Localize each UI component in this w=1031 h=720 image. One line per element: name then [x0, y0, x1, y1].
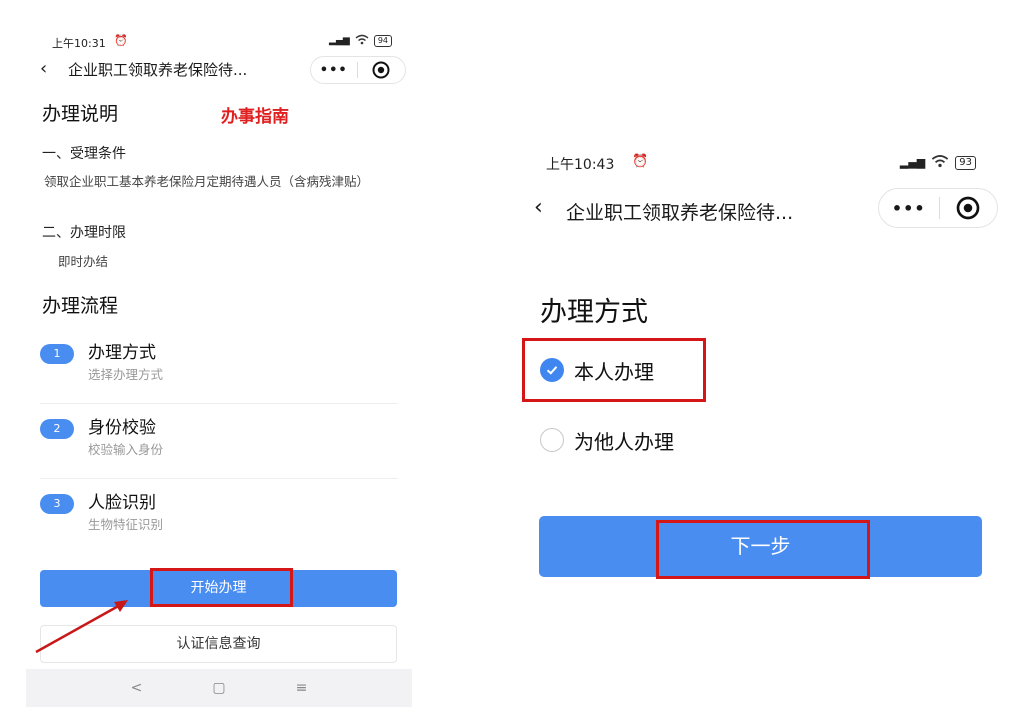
more-dots-icon[interactable]: •••	[311, 63, 357, 78]
right-phone-screen: 上午10:43 ⏰ ▂▄▆ 93 ‹ 企业职工领取养老保险待... ••• 办理…	[520, 140, 1010, 600]
next-button[interactable]: 下一步	[539, 516, 982, 577]
status-bar: 上午10:43 ⏰ ▂▄▆ 93	[546, 154, 976, 176]
option-label: 本人办理	[574, 359, 654, 384]
time-limit-text: 即时办结	[58, 254, 109, 269]
option-others[interactable]: 为他人办理	[540, 422, 674, 458]
status-right: ▂▄▆ 94	[329, 34, 392, 48]
page-title: 企业职工领取养老保险待...	[68, 61, 248, 79]
step-desc: 生物特征识别	[88, 517, 164, 532]
battery-icon: 93	[955, 155, 976, 170]
divider	[40, 478, 398, 479]
miniapp-capsule: •••	[310, 56, 406, 84]
step-title: 人脸识别	[88, 493, 156, 513]
step-title: 办理方式	[88, 343, 156, 363]
status-time: 上午10:43	[546, 157, 615, 173]
annotation-arrow	[35, 600, 128, 654]
option-label: 为他人办理	[574, 429, 674, 454]
step-title: 身份校验	[88, 418, 156, 438]
close-target-icon[interactable]	[939, 196, 997, 220]
more-dots-icon[interactable]: •••	[879, 199, 939, 218]
step-desc: 选择办理方式	[88, 367, 164, 382]
alarm-clock-icon: ⏰	[632, 154, 649, 169]
back-arrow-icon[interactable]: ‹	[534, 195, 543, 220]
status-bar: 上午10:31 ⏰ ▂▄▆ 94	[52, 34, 392, 52]
step-number: 3	[40, 494, 74, 514]
status-right: ▂▄▆ 93	[900, 154, 976, 171]
step-number: 1	[40, 344, 74, 364]
wifi-icon	[355, 34, 369, 48]
step-number: 2	[40, 419, 74, 439]
checked-radio-icon[interactable]	[540, 358, 564, 382]
title-bar: ‹ 企业职工领取养老保险待... •••	[40, 56, 410, 86]
battery-icon: 94	[373, 35, 392, 47]
miniapp-capsule: •••	[878, 188, 998, 228]
android-nav-bar: < ▢ ≡	[26, 669, 412, 707]
close-target-icon[interactable]	[358, 61, 406, 79]
method-title: 办理方式	[540, 297, 648, 328]
step-desc: 校验输入身份	[88, 442, 164, 457]
nav-back-icon[interactable]: <	[131, 680, 143, 696]
back-arrow-icon[interactable]: ‹	[40, 58, 47, 80]
option-self[interactable]: 本人办理	[540, 352, 654, 388]
guide-tag: 办事指南	[221, 107, 289, 127]
divider	[40, 403, 398, 404]
section-title-process: 办理流程	[42, 295, 119, 317]
nav-menu-icon[interactable]: ≡	[296, 680, 308, 696]
time-limit-title: 二、办理时限	[42, 225, 126, 241]
condition-title: 一、受理条件	[42, 146, 126, 162]
unchecked-radio-icon[interactable]	[540, 428, 564, 452]
step-item: 1 办理方式 选择办理方式	[40, 334, 398, 404]
status-time: 上午10:31	[52, 37, 106, 50]
step-item: 2 身份校验 校验输入身份	[40, 409, 398, 479]
page-title: 企业职工领取养老保险待...	[566, 202, 794, 224]
section-title-instructions: 办理说明	[42, 103, 119, 125]
signal-icon: ▂▄▆	[329, 36, 350, 46]
signal-icon: ▂▄▆	[899, 156, 926, 169]
nav-home-icon[interactable]: ▢	[212, 680, 225, 696]
step-item: 3 人脸识别 生物特征识别	[40, 484, 398, 554]
alarm-clock-icon: ⏰	[114, 34, 128, 47]
wifi-icon	[931, 154, 949, 171]
condition-text: 领取企业职工基本养老保险月定期待遇人员（含病残津贴）	[44, 174, 370, 189]
